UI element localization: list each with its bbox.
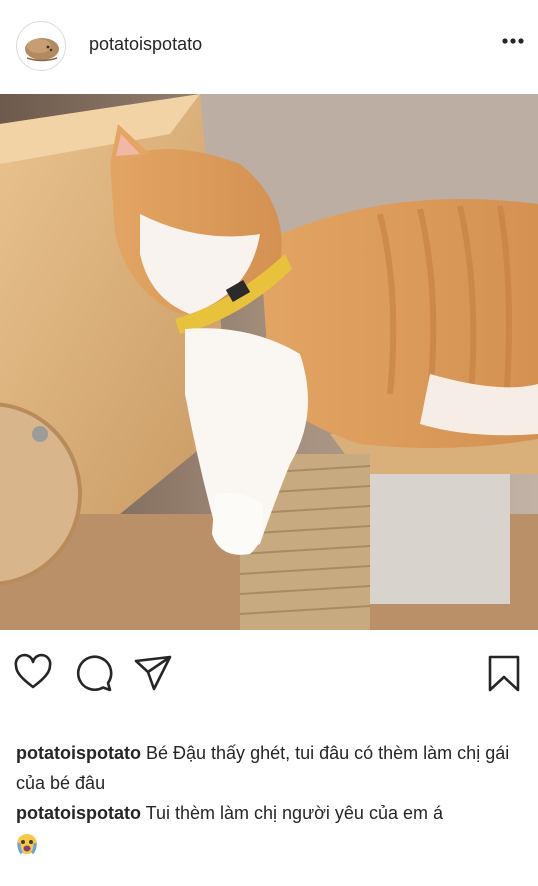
post-captions: potatoispotato Bé Đậu thấy ghét, tui đâu… (16, 738, 526, 858)
avatar[interactable] (16, 21, 66, 71)
caption-item: potatoispotato Tui thèm làm chị người yê… (16, 798, 526, 828)
caption-username[interactable]: potatoispotato (16, 803, 141, 823)
post-username[interactable]: potatoispotato (89, 34, 202, 55)
post-photo[interactable] (0, 94, 538, 630)
potato-logo-icon (25, 38, 59, 62)
post-header: potatoispotato (0, 0, 538, 94)
more-horizontal-icon[interactable] (500, 36, 526, 46)
cat-photo-illustration (0, 94, 538, 630)
caption-item: potatoispotato Bé Đậu thấy ghét, tui đâu… (16, 738, 526, 798)
paper-plane-icon[interactable] (133, 653, 173, 693)
post-actions (0, 630, 538, 720)
caption-emoji-line (16, 828, 526, 858)
caption-username[interactable]: potatoispotato (16, 743, 141, 763)
caption-text: Tui thèm làm chị người yêu của em á (145, 803, 443, 823)
bookmark-icon[interactable] (484, 653, 524, 693)
heart-icon[interactable] (13, 653, 53, 693)
comment-bubble-icon[interactable] (73, 653, 113, 693)
crying-face-emoji-icon (17, 834, 37, 855)
